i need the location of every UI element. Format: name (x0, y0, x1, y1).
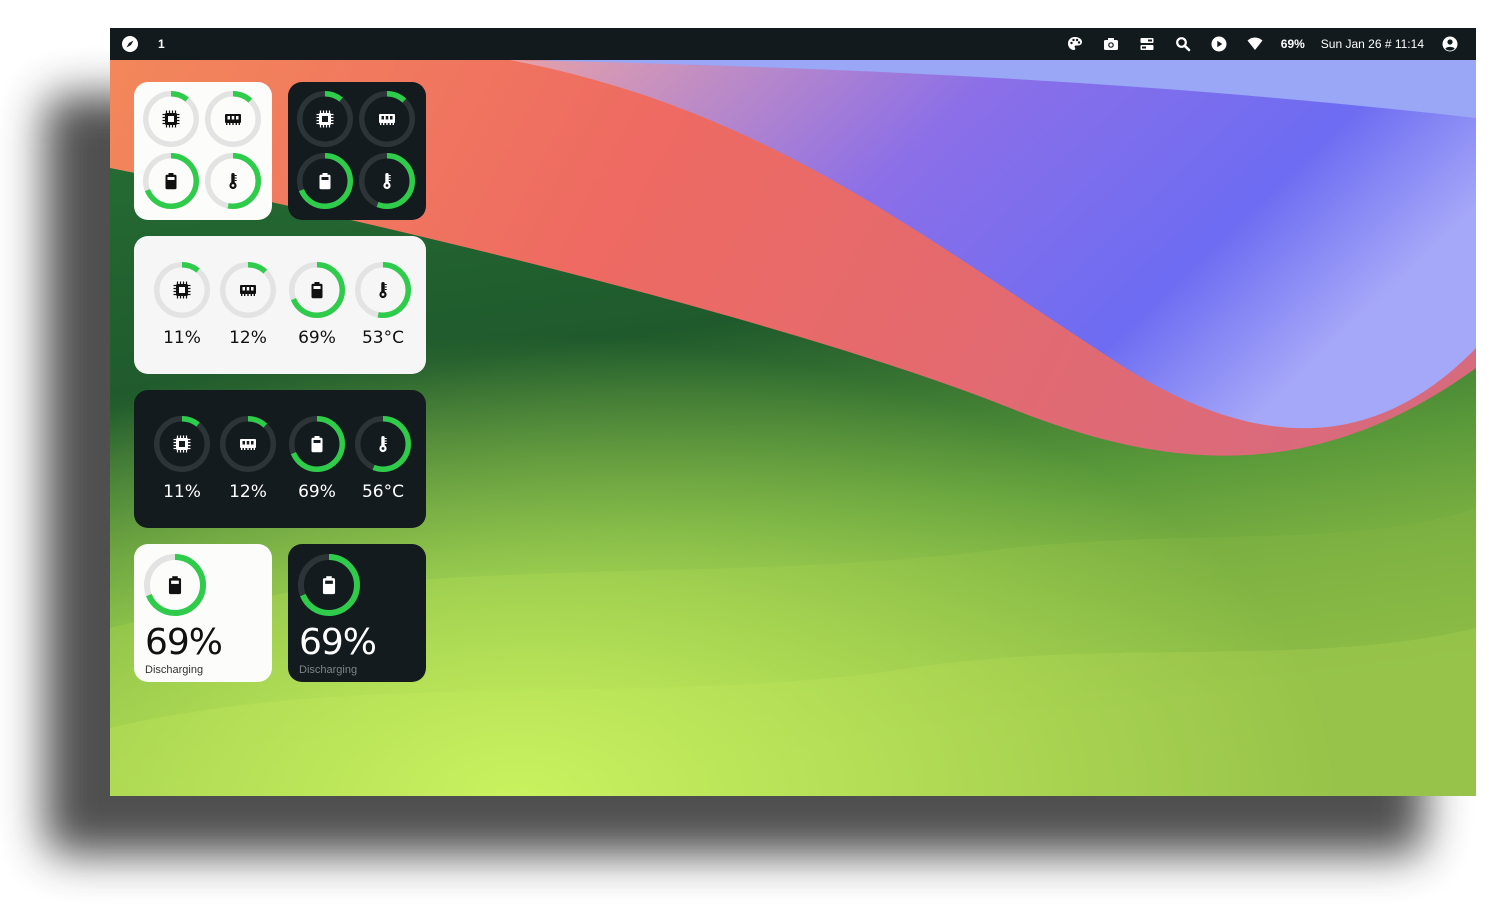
cpu-icon (315, 109, 335, 129)
system-widget-wide-dark: 11% 12% 69% 56°C (134, 390, 426, 528)
temperature-gauge (355, 416, 411, 472)
memory-icon (223, 109, 243, 129)
thermometer-icon (377, 171, 397, 191)
battery-icon (161, 171, 181, 191)
battery-widget-light: 69% Discharging (134, 544, 272, 682)
memory-gauge (205, 91, 261, 147)
cpu-label: 11% (163, 482, 201, 502)
battery-icon (307, 434, 327, 454)
temperature-gauge (205, 153, 261, 209)
toggles-icon[interactable] (1137, 34, 1157, 54)
memory-gauge (220, 416, 276, 472)
memory-label: 12% (229, 482, 267, 502)
battery-percentage[interactable]: 69% (1281, 37, 1305, 51)
camera-icon[interactable] (1101, 34, 1121, 54)
battery-percent: 69% (145, 622, 223, 663)
battery-gauge (289, 416, 345, 472)
thermometer-icon (373, 280, 393, 300)
battery-gauge (144, 554, 206, 616)
wifi-icon[interactable] (1245, 34, 1265, 54)
battery-icon (307, 280, 327, 300)
top-bar: 1 69% Sun Jan 26 # 11:14 (110, 28, 1476, 60)
memory-label: 12% (229, 328, 267, 348)
battery-label: 69% (298, 482, 336, 502)
cpu-gauge (297, 91, 353, 147)
battery-icon (318, 574, 340, 596)
temperature-label: 53°C (361, 328, 404, 348)
thermometer-icon (373, 434, 393, 454)
battery-gauge (298, 554, 360, 616)
system-widget-small-light (134, 82, 272, 220)
battery-gauge (297, 153, 353, 209)
cpu-gauge (154, 416, 210, 472)
temperature-label: 56°C (361, 482, 404, 502)
battery-icon (315, 171, 335, 191)
battery-icon (164, 574, 186, 596)
clock[interactable]: Sun Jan 26 # 11:14 (1321, 37, 1424, 51)
battery-label: 69% (298, 328, 336, 348)
temperature-gauge (359, 153, 415, 209)
battery-widget-dark: 69% Discharging (288, 544, 426, 682)
compass-icon[interactable] (120, 34, 140, 54)
system-widget-small-dark (288, 82, 426, 220)
cpu-gauge (143, 91, 199, 147)
cpu-icon (172, 280, 192, 300)
battery-percent: 69% (299, 622, 377, 663)
battery-status: Discharging (299, 664, 358, 676)
cpu-icon (161, 109, 181, 129)
play-icon[interactable] (1209, 34, 1229, 54)
user-icon[interactable] (1440, 34, 1460, 54)
battery-gauge (289, 262, 345, 318)
memory-icon (238, 280, 258, 300)
temperature-gauge (355, 262, 411, 318)
memory-icon (377, 109, 397, 129)
memory-icon (238, 434, 258, 454)
workspace-indicator[interactable]: 1 (158, 37, 165, 51)
battery-status: Discharging (145, 664, 204, 676)
system-widget-wide-light: 11% 12% 69% 53°C (134, 236, 426, 374)
desktop-screen: 1 69% Sun Jan 26 # 11:14 11% 12% 69% 53°… (110, 28, 1476, 796)
cpu-icon (172, 434, 192, 454)
search-icon[interactable] (1173, 34, 1193, 54)
memory-gauge (220, 262, 276, 318)
palette-icon[interactable] (1065, 34, 1085, 54)
battery-gauge (143, 153, 199, 209)
thermometer-icon (223, 171, 243, 191)
cpu-gauge (154, 262, 210, 318)
memory-gauge (359, 91, 415, 147)
cpu-label: 11% (163, 328, 201, 348)
